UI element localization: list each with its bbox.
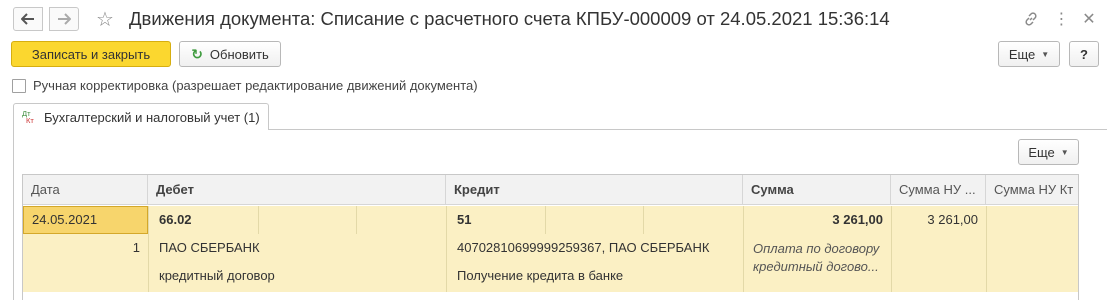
debit-credit-icon: Дт Кт (22, 109, 34, 125)
help-button[interactable]: ? (1069, 41, 1099, 67)
grid-more-button[interactable]: Еще ▼ (1018, 139, 1079, 165)
column-header-amount[interactable]: Сумма (743, 175, 891, 205)
back-button[interactable] (13, 7, 43, 31)
refresh-icon: ↻ (191, 45, 203, 62)
refresh-label: Обновить (209, 46, 269, 62)
cell-row-number: 1 (132, 240, 140, 255)
cell-debit-subconto-2[interactable]: кредитный договор (151, 262, 283, 290)
arrow-right-icon (58, 13, 71, 25)
grid-more-label: Еще (1028, 144, 1055, 160)
entries-table[interactable]: Дата Дебет Кредит Сумма Сумма НУ ... Сум… (22, 174, 1079, 300)
manual-correction-label: Ручная корректировка (разрешает редактир… (33, 78, 478, 93)
window-title: Движения документа: Списание с расчетног… (129, 8, 890, 29)
cell-amount-nu-dt[interactable]: 3 261,00 (891, 206, 986, 234)
cell-amount[interactable]: 3 261,00 (743, 206, 891, 234)
caret-down-icon: ▼ (1060, 147, 1069, 157)
caret-down-icon: ▼ (1041, 49, 1050, 59)
cell-debit-subconto-1[interactable]: ПАО СБЕРБАНК (151, 234, 268, 262)
cell-credit-subconto-2[interactable]: Получение кредита в банке (449, 262, 631, 290)
link-icon[interactable] (1021, 9, 1041, 29)
table-header: Дата Дебет Кредит Сумма Сумма НУ ... Сум… (23, 175, 1078, 205)
cell-credit-subconto-1[interactable]: 40702810699999259367, ПАО СБЕРБАНК (449, 234, 717, 262)
column-header-amount-nu-dt[interactable]: Сумма НУ ... (891, 175, 986, 205)
forward-button[interactable] (49, 7, 79, 31)
cell-content[interactable]: Оплата по договору кредитный догово... (745, 240, 891, 276)
save-and-close-button[interactable]: Записать и закрыть (11, 41, 171, 67)
column-header-date[interactable]: Дата (23, 175, 148, 205)
arrow-left-icon (21, 13, 34, 25)
title-bar: ☆ Движения документа: Списание с расчетн… (0, 0, 1107, 38)
refresh-button[interactable]: ↻ Обновить (179, 41, 281, 67)
column-header-amount-nu-kt[interactable]: Сумма НУ Кт (986, 175, 1080, 205)
table-row[interactable]: 24.05.2021 1 66.02 ПАО СБЕРБАНК кредитны… (23, 206, 1078, 292)
manual-correction-checkbox[interactable] (12, 78, 26, 93)
column-header-credit[interactable]: Кредит (446, 175, 743, 205)
more-label: Еще (1008, 46, 1036, 62)
cell-debit-account[interactable]: 66.02 (151, 206, 200, 234)
tab-accounting[interactable]: Дт Кт Бухгалтерский и налоговый учет (1) (13, 103, 269, 130)
cell-credit-account[interactable]: 51 (449, 206, 479, 234)
cell-date[interactable]: 24.05.2021 (23, 206, 148, 234)
manual-correction-row[interactable]: Ручная корректировка (разрешает редактир… (12, 78, 478, 93)
column-header-debit[interactable]: Дебет (148, 175, 446, 205)
tab-label: Бухгалтерский и налоговый учет (1) (44, 109, 260, 125)
close-icon[interactable]: ✕ (1079, 9, 1099, 29)
favorite-star-icon[interactable]: ☆ (93, 7, 117, 31)
more-menu-button[interactable]: Еще ▼ (998, 41, 1060, 67)
more-vertical-icon[interactable]: ⋮ (1051, 9, 1071, 29)
